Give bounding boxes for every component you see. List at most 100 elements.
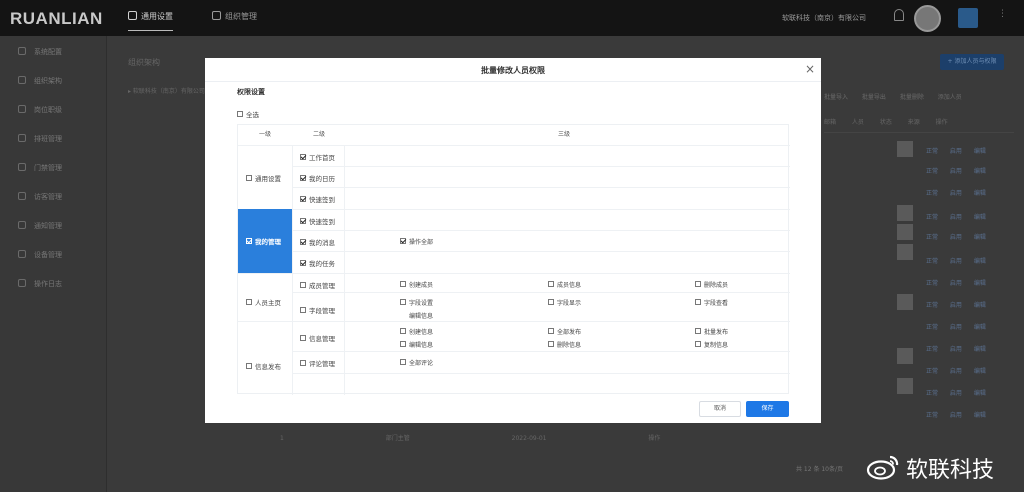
row-links[interactable]: 正常 启用 编辑 <box>926 410 986 419</box>
checkbox-icon[interactable] <box>695 341 701 347</box>
row-links[interactable]: 正常 启用 编辑 <box>926 232 986 241</box>
level3-item[interactable]: 全部发布 <box>548 327 581 336</box>
bell-icon[interactable] <box>894 9 904 21</box>
checkbox-icon[interactable] <box>300 239 306 245</box>
row-links[interactable]: 正常 启用 编辑 <box>926 146 986 155</box>
checkbox-icon[interactable] <box>695 299 701 305</box>
level2-item[interactable]: 快速签到 <box>300 194 335 204</box>
level1-item-general[interactable]: 通用设置 <box>238 173 292 183</box>
checkbox-icon[interactable] <box>300 335 306 341</box>
level3-item[interactable]: 复制信息 <box>695 340 728 349</box>
checkbox-icon[interactable] <box>695 328 701 334</box>
row-links[interactable]: 正常 启用 编辑 <box>926 256 986 265</box>
level2-item[interactable]: 我的任务 <box>300 258 335 268</box>
checkbox-icon[interactable] <box>246 238 252 244</box>
level2-item[interactable]: 字段管理 <box>300 305 335 315</box>
checkbox-icon[interactable] <box>400 299 406 305</box>
checkbox-icon[interactable] <box>300 175 306 181</box>
row-links[interactable]: 正常 启用 编辑 <box>926 300 986 309</box>
level3-item[interactable]: 批量发布 <box>695 327 728 336</box>
row-links[interactable]: 正常 启用 编辑 <box>926 366 986 375</box>
level3-item[interactable]: 创建成员 <box>400 280 433 289</box>
level2-item[interactable]: 评论管理 <box>300 358 335 368</box>
pagination[interactable]: 共 12 条 10条/页 <box>796 464 843 473</box>
row-links[interactable]: 正常 启用 编辑 <box>926 278 986 287</box>
row-links[interactable]: 正常 启用 编辑 <box>926 344 986 353</box>
checkbox-icon[interactable] <box>400 281 406 287</box>
level3-label: 创建成员 <box>409 282 434 289</box>
level2-item[interactable]: 我的日历 <box>300 173 335 183</box>
sidebar-item-system-config[interactable]: 系统配置 <box>0 38 106 67</box>
level3-item[interactable]: 删除信息 <box>548 340 581 349</box>
level3-item[interactable]: 字段设置 <box>400 298 433 307</box>
level3-item[interactable]: 字段显示 <box>548 298 581 307</box>
add-member-button[interactable]: + 添加人员与权限 <box>940 54 1004 70</box>
level3-item[interactable]: 创建信息 <box>400 327 433 336</box>
level3-item[interactable]: 成员信息 <box>548 280 581 289</box>
level2-item[interactable]: 成员管理 <box>300 280 335 290</box>
level2-item[interactable]: 我的消息 <box>300 237 335 247</box>
level1-item-my-management[interactable]: 我的管理 <box>238 236 292 246</box>
checkbox-icon[interactable] <box>548 341 554 347</box>
level2-item[interactable]: 信息管理 <box>300 333 335 343</box>
checkbox-icon[interactable] <box>400 341 406 347</box>
checkbox-icon[interactable] <box>300 360 306 366</box>
tab-system-settings[interactable]: 通用设置 <box>128 11 173 31</box>
checkbox-icon[interactable] <box>246 363 252 369</box>
checkbox-icon[interactable] <box>548 281 554 287</box>
sidebar-item-positions[interactable]: 岗位职级 <box>0 96 106 125</box>
permission-table: 一级 二级 三级 通用设置 工作首页 我的日历 快速签到 我的管理 快速签到 我… <box>237 124 790 395</box>
more-icon[interactable]: ⋮ <box>998 10 1008 22</box>
level1-item-publish[interactable]: 信息发布 <box>238 361 292 371</box>
sidebar-item-notices[interactable]: 通知管理 <box>0 212 106 241</box>
checkbox-icon[interactable] <box>548 299 554 305</box>
checkbox-icon[interactable] <box>548 328 554 334</box>
level2-item[interactable]: 快速签到 <box>300 216 335 226</box>
level2-item[interactable]: 工作首页 <box>300 152 335 162</box>
org-tree-root[interactable]: ▸ 软联科技（南京）有限公司 <box>128 86 205 95</box>
company-name[interactable]: 软联科技（南京）有限公司 <box>782 13 866 23</box>
app-icon[interactable] <box>958 8 978 28</box>
checkbox-icon[interactable] <box>246 175 252 181</box>
level3-subitem[interactable]: 编辑信息 <box>409 311 433 320</box>
close-icon[interactable]: × <box>803 62 817 76</box>
row-links[interactable]: 正常 启用 编辑 <box>926 212 986 221</box>
checkbox-icon[interactable] <box>695 281 701 287</box>
checkbox-icon[interactable] <box>300 218 306 224</box>
avatar[interactable] <box>914 5 941 32</box>
level3-item[interactable]: 全部评论 <box>400 358 433 367</box>
position-icon <box>18 105 26 113</box>
checkbox-icon[interactable] <box>300 307 306 313</box>
table-actions[interactable]: 批量导入 批量导出 批量删除 添加人员 <box>824 92 962 101</box>
checkbox-icon[interactable] <box>300 196 306 202</box>
level3-item[interactable]: 编辑信息 <box>400 340 433 349</box>
sidebar-item-devices[interactable]: 设备管理 <box>0 241 106 270</box>
checkbox-icon[interactable] <box>237 111 243 117</box>
checkbox-icon[interactable] <box>400 328 406 334</box>
checkbox-icon[interactable] <box>300 282 306 288</box>
select-all-checkbox[interactable]: 全选 <box>237 109 259 119</box>
checkbox-icon[interactable] <box>400 238 406 244</box>
sidebar-item-visitors[interactable]: 访客管理 <box>0 183 106 212</box>
row-links[interactable]: 正常 启用 编辑 <box>926 322 986 331</box>
sidebar-item-logs[interactable]: 操作日志 <box>0 270 106 299</box>
level3-item[interactable]: 删除成员 <box>695 280 728 289</box>
level3-item[interactable]: 操作全部 <box>400 237 433 246</box>
sidebar-item-org-structure[interactable]: 组织架构 <box>0 67 106 96</box>
cancel-button[interactable]: 取消 <box>699 401 741 417</box>
sidebar-item-schedule[interactable]: 排班管理 <box>0 125 106 154</box>
checkbox-icon[interactable] <box>246 299 252 305</box>
save-button[interactable]: 保存 <box>746 401 789 417</box>
row-links[interactable]: 正常 启用 编辑 <box>926 388 986 397</box>
row-links[interactable]: 正常 启用 编辑 <box>926 188 986 197</box>
sidebar-item-access[interactable]: 门禁管理 <box>0 154 106 183</box>
level3-label: 字段设置 <box>409 300 434 307</box>
checkbox-icon[interactable] <box>300 154 306 160</box>
level3-item[interactable]: 字段查看 <box>695 298 728 307</box>
tab-organization[interactable]: 组织管理 <box>212 11 257 31</box>
checkbox-icon[interactable] <box>300 260 306 266</box>
checkbox-icon[interactable] <box>400 359 406 365</box>
sidebar: 系统配置 组织架构 岗位职级 排班管理 门禁管理 访客管理 通知管理 设备管理 … <box>0 36 107 492</box>
row-links[interactable]: 正常 启用 编辑 <box>926 166 986 175</box>
level1-item-people[interactable]: 人员主页 <box>238 297 292 307</box>
